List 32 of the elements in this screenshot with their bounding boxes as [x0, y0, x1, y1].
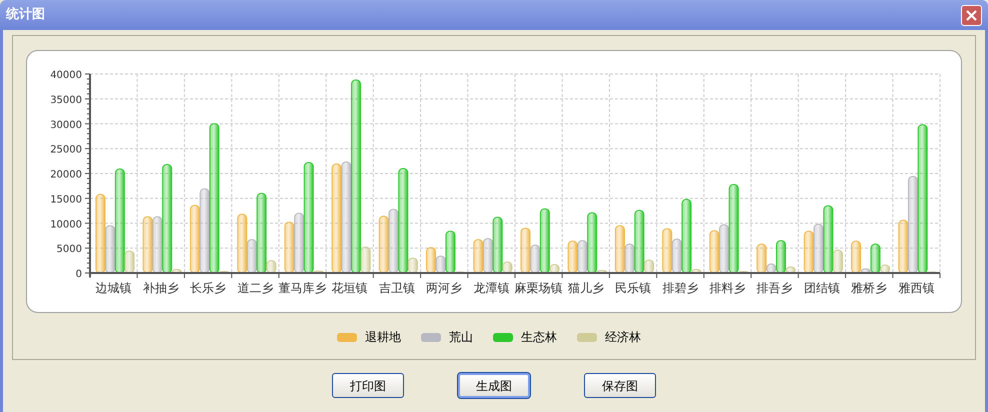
legend-label: 荒山: [449, 329, 473, 346]
legend-label: 经济林: [605, 329, 641, 346]
x-tick-label: 排料乡: [710, 281, 746, 295]
x-tick-label: 龙潭镇: [473, 281, 510, 295]
legend-label: 退耕地: [365, 329, 401, 346]
y-tick-label: 25000: [50, 144, 82, 156]
y-tick-label: 20000: [50, 170, 82, 180]
x-tick-label: 麻栗场镇: [514, 281, 563, 295]
y-tick-label: 5000: [56, 244, 82, 256]
x-tick-label: 排吾乡: [756, 281, 793, 295]
x-tick-label: 董马库乡: [278, 281, 326, 295]
x-tick-label: 补抽乡: [142, 281, 179, 295]
x-tick-label: 两河乡: [426, 281, 462, 295]
x-tick-label: 民乐镇: [615, 281, 652, 295]
x-tick-label: 雅西镇: [898, 281, 934, 295]
y-tick-label: 0: [76, 269, 82, 280]
x-tick-label: 团结镇: [804, 281, 840, 295]
y-tick-label: 10000: [50, 219, 82, 230]
x-tick-label: 排碧乡: [662, 281, 698, 295]
x-tick-label: 雅桥乡: [851, 281, 888, 295]
y-tick-label: 40000: [50, 70, 82, 81]
y-tick-label: 30000: [50, 120, 82, 131]
y-tick-label: 15000: [50, 194, 82, 206]
legend-label: 生态林: [521, 329, 557, 346]
x-tick-label: 花垣镇: [332, 281, 368, 295]
x-tick-label: 长乐乡: [190, 281, 226, 295]
x-tick-label: 边城镇: [96, 281, 132, 295]
x-tick-label: 道二乡: [237, 281, 274, 295]
y-tick-label: 35000: [50, 94, 82, 106]
window-title: 统计图: [6, 6, 45, 24]
x-tick-label: 吉卫镇: [378, 281, 415, 295]
x-tick-label: 猫儿乡: [568, 281, 604, 295]
